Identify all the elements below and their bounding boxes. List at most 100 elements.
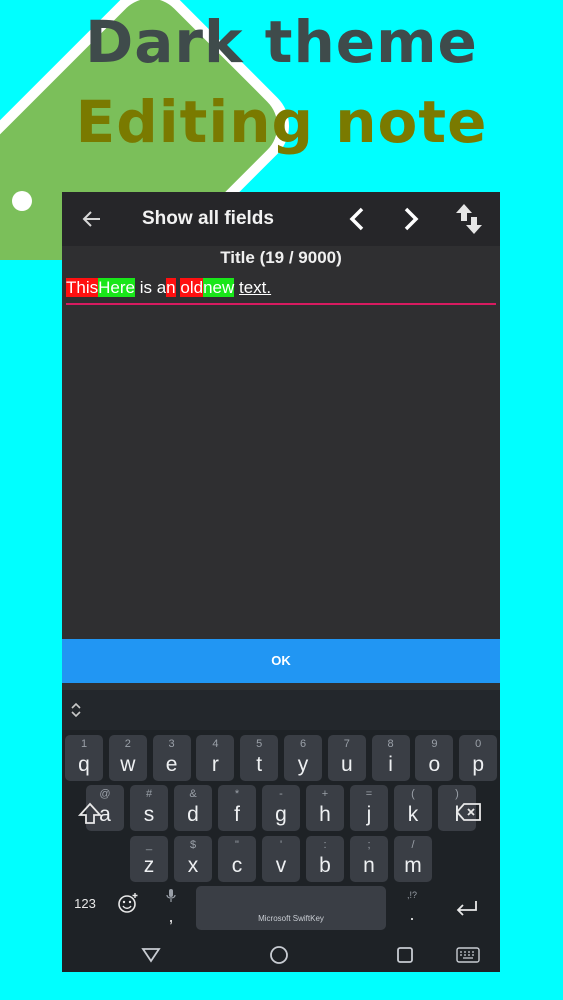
key-main-label: e [165, 753, 178, 776]
enter-icon[interactable] [452, 898, 482, 920]
soft-keyboard: 1 q 2 w 3 e 4 r 5 t 6 y 7 u 8 i 9 o 0 p @ a # s & d * f - g + h = j(k) l _ z… [62, 690, 500, 972]
key-sub-label: _ [145, 839, 153, 851]
key-main-label: f [234, 803, 240, 826]
key-b[interactable]: :b [306, 836, 344, 882]
emoji-icon[interactable] [116, 891, 140, 915]
key-sub-label: * [234, 788, 240, 800]
key-sub-label: / [411, 839, 415, 851]
text-segment-deleted: This [66, 278, 99, 297]
key-e[interactable]: 3e [152, 735, 191, 781]
key-sub-label: 5 [256, 738, 263, 750]
key-t[interactable]: 5t [240, 735, 279, 781]
key-main-label: d [187, 803, 199, 826]
key-v[interactable]: ' v [262, 836, 300, 882]
key-sub-label: 7 [343, 738, 350, 750]
key-n[interactable]: ; n [350, 836, 388, 882]
key-sub-label: 1 [80, 738, 88, 750]
key-main-label: n [363, 854, 375, 877]
nav-recents-icon[interactable] [396, 946, 414, 964]
comma-key[interactable]: , [162, 906, 180, 927]
key-sub-label: ( [411, 788, 415, 800]
key-sub-label: ; [367, 839, 371, 851]
keyboard-icon[interactable] [456, 947, 480, 963]
swap-vertical-icon[interactable] [454, 202, 484, 236]
key-p[interactable]: 0p [459, 735, 498, 781]
text-segment-deleted: old [180, 278, 204, 297]
key-sub-label: $ [189, 839, 197, 851]
arrow-left-icon[interactable] [78, 205, 106, 233]
key-q[interactable]: 1q [65, 735, 103, 781]
key-x[interactable]: $ x [174, 836, 212, 882]
editor-underline [66, 303, 496, 305]
key-sub-label: & [189, 788, 197, 800]
numbers-key[interactable]: 123 [68, 896, 102, 911]
expand-icon[interactable] [68, 701, 84, 719]
text-segment-inserted: new [203, 278, 235, 297]
nav-home-icon[interactable] [268, 944, 290, 966]
key-o[interactable]: 9o [415, 735, 454, 781]
key-main-label: r [211, 753, 219, 776]
text-segment-inserted: Here [98, 278, 135, 297]
key-d[interactable]: & d [174, 785, 212, 831]
key-main-label: w [120, 753, 136, 776]
key-sub-label: ) [455, 788, 459, 800]
text-segment-underline: text. [238, 278, 272, 297]
key-sub-label: 4 [212, 738, 219, 750]
key-k[interactable]: (k [394, 785, 432, 831]
key-main-label: j [366, 803, 372, 826]
key-main-label: h [319, 803, 331, 826]
key-sub-label: " [235, 839, 239, 851]
phone-screen: Show all fields Title (19 / 9000) ThisHe… [62, 192, 500, 972]
key-main-label: s [143, 803, 155, 826]
key-main-label: k [407, 803, 419, 826]
space-bar[interactable]: Microsoft SwiftKey [196, 886, 386, 930]
keyboard-toolbar [62, 690, 500, 730]
key-m[interactable]: / m [394, 836, 432, 882]
ok-button[interactable]: OK [62, 639, 500, 683]
key-sub-label: 3 [168, 738, 175, 750]
backspace-icon[interactable] [454, 800, 484, 824]
key-main-label: t [256, 753, 263, 776]
key-main-label: m [404, 854, 422, 877]
system-nav-bar [62, 938, 500, 972]
key-main-label: u [340, 753, 353, 776]
key-sub-label: + [321, 788, 329, 800]
mic-icon [162, 888, 180, 904]
key-s[interactable]: # s [130, 785, 168, 831]
key-main-label: y [297, 753, 309, 776]
key-main-label: b [319, 854, 331, 877]
key-i[interactable]: 8i [371, 735, 410, 781]
key-sub-label: 0 [475, 738, 482, 750]
key-w[interactable]: 2w [108, 735, 147, 781]
key-c[interactable]: " c [218, 836, 256, 882]
hero-title-line1: Dark theme [85, 8, 478, 76]
key-sub-label: 6 [299, 738, 307, 750]
app-bar: Show all fields [62, 192, 500, 246]
key-f[interactable]: * f [218, 785, 256, 831]
shift-icon[interactable] [76, 794, 104, 834]
text-segment-deleted: n [166, 278, 176, 297]
key-main-label: o [428, 753, 441, 776]
key-main-label: p [472, 753, 485, 776]
key-u[interactable]: 7u [327, 735, 366, 781]
key-h[interactable]: + h [306, 785, 344, 831]
key-sub-label: 8 [387, 738, 394, 750]
key-z[interactable]: _ z [130, 836, 168, 882]
key-main-label: c [231, 854, 243, 877]
hero-title-line2: Editing note [75, 88, 488, 156]
nav-back-icon[interactable] [140, 946, 162, 964]
chevron-right-icon[interactable] [398, 204, 424, 234]
key-main-label: v [275, 854, 287, 877]
period-key[interactable]: . [400, 904, 424, 925]
text-segment-plain: is a [134, 278, 167, 297]
key-r[interactable]: 4r [196, 735, 235, 781]
note-text-editor[interactable]: ThisHere is an oldnew text. [66, 278, 496, 302]
key-sub-label: = [365, 788, 373, 800]
chevron-left-icon[interactable] [344, 204, 370, 234]
key-y[interactable]: 6y [284, 735, 322, 781]
key-sub-label: : [323, 839, 327, 851]
key-g[interactable]: -g [262, 785, 300, 831]
key-sub-label: # [145, 788, 153, 800]
key-main-label: i [388, 753, 393, 776]
key-j[interactable]: = j [350, 785, 388, 831]
